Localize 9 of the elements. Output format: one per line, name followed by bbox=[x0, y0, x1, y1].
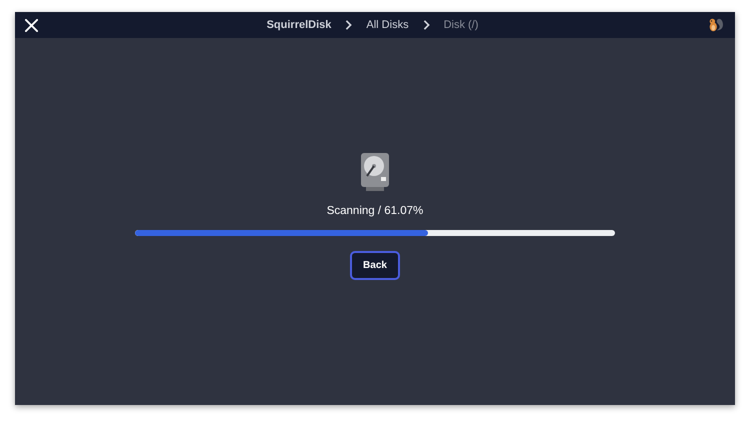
breadcrumb-link[interactable]: All Disks bbox=[366, 19, 409, 31]
close-icon[interactable] bbox=[25, 18, 38, 32]
scan-status-text: Scanning / 61.07% bbox=[326, 205, 424, 217]
chevron-icon bbox=[422, 20, 430, 30]
breadcrumb-link[interactable]: SquirrelDisk bbox=[266, 19, 332, 31]
back-button[interactable]: Back bbox=[350, 251, 400, 280]
breadcrumb-link[interactable]: Disk (/) bbox=[444, 19, 478, 31]
chevron-icon bbox=[345, 20, 352, 30]
hard-drive-icon bbox=[360, 152, 390, 192]
